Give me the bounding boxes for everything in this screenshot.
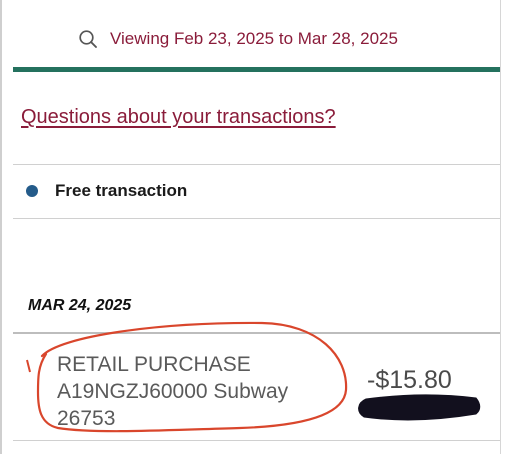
- transaction-amount: -$15.80: [367, 366, 452, 394]
- date-range-filter[interactable]: Viewing Feb 23, 2025 to Mar 28, 2025: [78, 27, 398, 51]
- transaction-description: RETAIL PURCHASE A19NGZJ60000 Subway 2675…: [57, 351, 357, 432]
- transaction-desc-line: 26753: [57, 407, 116, 430]
- transaction-desc-line: RETAIL PURCHASE: [57, 353, 251, 376]
- questions-link[interactable]: Questions about your transactions?: [21, 106, 336, 129]
- free-transaction-dot-icon: [26, 185, 38, 197]
- divider: [13, 218, 500, 219]
- divider: [13, 440, 500, 441]
- legend-free-transaction: Free transaction: [26, 181, 187, 201]
- search-icon: [79, 30, 97, 48]
- accent-bar: [13, 67, 500, 72]
- left-edge-line: [0, 0, 2, 454]
- divider: [13, 164, 500, 165]
- transaction-date-header: MAR 24, 2025: [28, 297, 132, 314]
- right-edge-line: [500, 0, 501, 454]
- transaction-desc-line: A19NGZJ60000 Subway: [57, 380, 289, 403]
- transaction-row[interactable]: RETAIL PURCHASE A19NGZJ60000 Subway 2675…: [13, 334, 500, 440]
- legend-label: Free transaction: [55, 181, 188, 200]
- date-range-text: Viewing Feb 23, 2025 to Mar 28, 2025: [110, 29, 398, 48]
